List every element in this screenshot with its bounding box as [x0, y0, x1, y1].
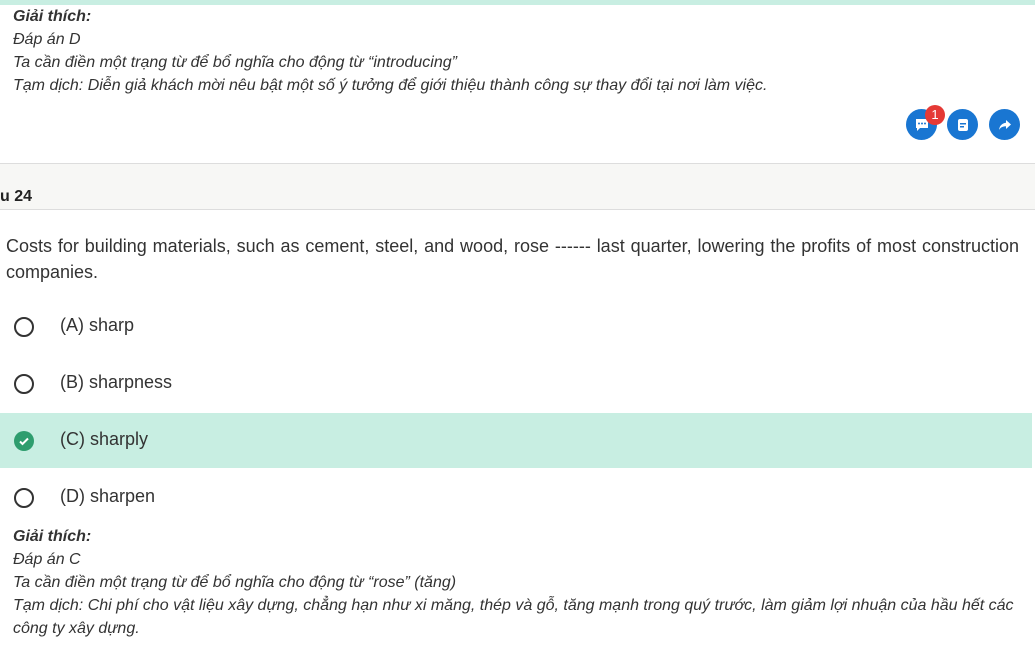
explanation-title: Giải thích: [13, 528, 92, 545]
explanation-answer: Đáp án C [13, 551, 81, 568]
option-label: (D) sharpen [60, 486, 156, 506]
share-button[interactable] [989, 109, 1020, 140]
explanation-title: Giải thích: [13, 8, 92, 25]
radio-icon[interactable] [14, 374, 34, 394]
explanation-reason: Ta cần điền một trạng từ để bổ nghĩa cho… [13, 574, 457, 591]
note-button[interactable] [947, 109, 978, 140]
share-icon [998, 119, 1011, 130]
answer-explanation: Giải thích: Đáp án C Ta cần điền một trạ… [13, 525, 1023, 640]
previous-explanation: Giải thích: Đáp án D Ta cần điền một trạ… [13, 5, 1013, 97]
option-c[interactable]: (C) sharply [0, 413, 1032, 468]
radio-icon[interactable] [14, 317, 34, 337]
explanation-translation: Tạm dịch: Diễn giả khách mời nêu bật một… [13, 77, 768, 94]
option-b[interactable]: (B) sharpness [0, 356, 1032, 411]
comment-count-badge: 1 [925, 105, 945, 125]
option-label: (A) sharp [60, 315, 135, 335]
option-label: (B) sharpness [60, 372, 173, 392]
question-text: Costs for building materials, such as ce… [6, 236, 1019, 282]
option-a[interactable]: (A) sharp [0, 299, 1032, 354]
explanation-translation: Tạm dịch: Chi phí cho vật liệu xây dựng,… [13, 597, 1014, 637]
option-d[interactable]: (D) sharpen [0, 470, 1032, 525]
question-number: u 24 [0, 188, 33, 205]
check-circle-icon[interactable] [14, 431, 34, 451]
explanation-answer: Đáp án D [13, 31, 81, 48]
option-label: (C) sharply [60, 429, 149, 449]
explanation-reason: Ta cần điền một trạng từ để bổ nghĩa cho… [13, 54, 457, 71]
radio-icon[interactable] [14, 488, 34, 508]
note-icon [957, 118, 968, 131]
question-header: u 24 [0, 163, 1035, 210]
